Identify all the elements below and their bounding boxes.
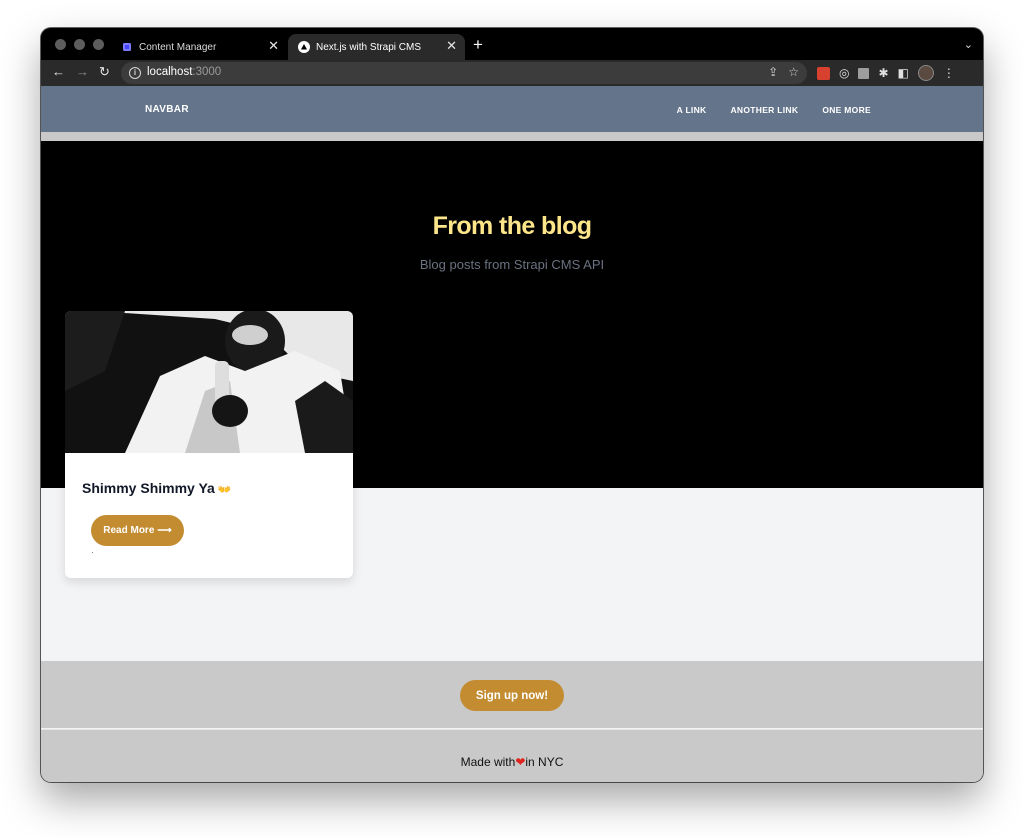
extensions-puzzle-icon[interactable]: ✱ <box>878 66 888 80</box>
stray-dot <box>92 552 93 553</box>
post-cover-image <box>65 311 353 453</box>
extension-gray-icon[interactable] <box>858 67 870 79</box>
navbar-brand[interactable]: NAVBAR <box>145 104 189 115</box>
tab-label: Content Manager <box>139 41 217 53</box>
nav-link-one-more[interactable]: ONE MORE <box>822 105 871 115</box>
extension-target-icon[interactable]: ◎ <box>839 66 849 80</box>
sign-up-button[interactable]: Sign up now! <box>460 680 564 711</box>
bookmark-star-icon[interactable]: ☆ <box>788 65 799 79</box>
back-arrow-icon[interactable]: ← <box>52 64 65 79</box>
post-title[interactable]: Shimmy Shimmy Ya 👐 <box>82 480 232 496</box>
close-tab-icon[interactable]: ✕ <box>268 38 279 54</box>
close-window-button[interactable] <box>55 39 66 50</box>
url-text[interactable]: localhost:3000 <box>147 66 221 78</box>
divider-band <box>41 132 983 141</box>
nav-link-another-link[interactable]: ANOTHER LINK <box>730 105 798 115</box>
tab-search-chevron-icon[interactable]: ⌄ <box>964 38 973 51</box>
window-controls <box>55 39 104 50</box>
zoom-window-button[interactable] <box>93 39 104 50</box>
footer-credit: Made with❤in NYC <box>460 755 564 769</box>
read-more-button[interactable]: Read More ⟶ <box>91 515 184 546</box>
read-more-label: Read More <box>103 525 155 536</box>
site-info-icon[interactable]: i <box>129 67 141 79</box>
close-tab-icon[interactable]: ✕ <box>446 38 457 54</box>
extensions-area: ◎ ✱ ◧ ⋮ <box>817 65 955 81</box>
browser-menu-icon[interactable]: ⋮ <box>943 66 955 80</box>
extension-red-icon[interactable] <box>817 66 830 80</box>
browser-window: Content Manager ✕ Next.js with Strapi CM… <box>41 28 983 782</box>
side-panel-icon[interactable]: ◧ <box>898 66 909 80</box>
tab-content-manager[interactable]: Content Manager ✕ <box>117 34 287 60</box>
tab-label: Next.js with Strapi CMS <box>316 41 422 53</box>
signup-section: Sign up now! <box>41 661 983 728</box>
minimize-window-button[interactable] <box>74 39 85 50</box>
blog-post-card[interactable]: Shimmy Shimmy Ya 👐 Read More ⟶ <box>65 311 353 578</box>
page-subtitle: Blog posts from Strapi CMS API <box>419 257 605 272</box>
page-title: From the blog <box>432 212 592 240</box>
forward-arrow-icon[interactable]: → <box>76 64 89 79</box>
site-footer: Made with❤in NYC <box>41 729 983 782</box>
open-hands-emoji-icon: 👐 <box>217 484 232 496</box>
reload-icon[interactable]: ↻ <box>99 64 110 80</box>
tab-strip: Content Manager ✕ Next.js with Strapi CM… <box>41 28 983 60</box>
address-bar[interactable]: i localhost:3000 ⇪ ☆ <box>121 62 807 84</box>
browser-toolbar: ← → ↻ i localhost:3000 ⇪ ☆ ◎ ✱ ◧ ⋮ <box>41 60 983 86</box>
profile-avatar[interactable] <box>917 65 934 81</box>
site-navbar: NAVBAR A LINK ANOTHER LINK ONE MORE <box>41 86 983 132</box>
share-icon[interactable]: ⇪ <box>768 65 778 79</box>
navbar-links: A LINK ANOTHER LINK ONE MORE <box>677 105 871 115</box>
page-viewport: NAVBAR A LINK ANOTHER LINK ONE MORE From… <box>41 86 983 782</box>
new-tab-button[interactable]: + <box>473 35 483 55</box>
tab-nextjs-strapi[interactable]: Next.js with Strapi CMS ✕ <box>288 34 465 60</box>
omnibox-actions: ⇪ ☆ <box>768 65 799 79</box>
nextjs-icon <box>298 41 310 53</box>
strapi-icon <box>123 43 131 51</box>
nav-link-a-link[interactable]: A LINK <box>677 105 707 115</box>
arrow-right-icon: ⟶ <box>157 525 172 536</box>
heart-icon: ❤ <box>515 755 526 769</box>
